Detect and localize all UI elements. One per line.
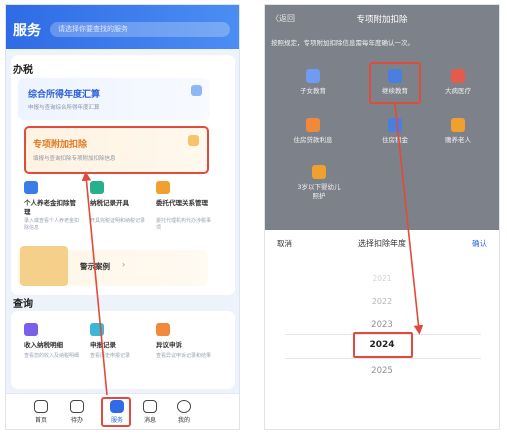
- header-bar: 服务 请选择你要查找的服务: [6, 5, 239, 49]
- user-icon: [177, 400, 191, 413]
- item-label: 子女教育: [300, 87, 326, 95]
- annual-settlement-banner[interactable]: 综合所得年度汇算 申报与查询综合所得年度汇算: [18, 78, 210, 120]
- special-deduction-title: 专项附加扣除: [33, 140, 88, 150]
- query-declaration[interactable]: 申报记录 查看历史申报记录: [88, 323, 148, 395]
- record-icon: [90, 323, 104, 336]
- tab-todo[interactable]: 待办: [62, 400, 92, 424]
- tab-label: 首页: [34, 417, 47, 424]
- message-icon: [143, 400, 157, 413]
- tab-mine[interactable]: 我的: [169, 400, 199, 424]
- item-label: 大病医疗: [445, 87, 471, 95]
- annual-settlement-subtitle: 申报与查询综合所得年度汇算: [28, 105, 100, 111]
- query-income[interactable]: 收入纳税明细 查看您的收入及纳税明细: [22, 323, 82, 395]
- special-deduction-screen: 〈返回 专项附加扣除 按照规定，专项附加扣除信息需每年度确认一次。 子女教育 继…: [264, 4, 500, 430]
- service-agent[interactable]: 委托代理关系管理 委托代理机构代办涉税事项: [154, 181, 214, 253]
- service-name: 个人养老金扣除管理: [24, 199, 76, 216]
- annual-settlement-title: 综合所得年度汇算: [28, 90, 101, 100]
- query-name: 异议申诉: [156, 341, 182, 349]
- todo-icon: [70, 400, 84, 413]
- query-appeal[interactable]: 异议申诉 查看异议申诉记录和结果: [154, 323, 214, 395]
- query-desc: 查看历史申报记录: [90, 353, 131, 359]
- year-option[interactable]: 2023: [265, 320, 499, 330]
- special-deduction-banner[interactable]: 专项附加扣除 填报与查询扣除专项附加扣除信息: [24, 126, 209, 174]
- item-elderly-support[interactable]: 赡养老人: [423, 118, 493, 145]
- warning-label: 警示案例: [80, 262, 110, 271]
- search-input[interactable]: 请选择你要查找的服务: [50, 22, 230, 37]
- children-icon: [306, 69, 320, 83]
- section-title-banshui: 办税: [13, 65, 33, 76]
- page-title: 服务: [13, 23, 41, 39]
- selection-divider: [285, 358, 481, 359]
- house-icon: [306, 118, 320, 132]
- warning-cases-banner[interactable]: 警示案例 ›: [18, 246, 208, 286]
- highlight-box-service-tab: [101, 397, 131, 427]
- item-label: 住房贷款利息: [293, 136, 333, 144]
- home-icon: [34, 400, 48, 413]
- service-tax-record[interactable]: 纳税记录开具 开具完税证明和纳税记录: [88, 181, 148, 253]
- item-serious-illness[interactable]: 大病医疗: [423, 69, 493, 96]
- document-icon: [191, 85, 202, 96]
- section-title-chaxun: 查询: [13, 299, 33, 310]
- cancel-button[interactable]: 取消: [277, 238, 292, 249]
- item-infant-care[interactable]: 3岁以下婴幼儿照护: [295, 165, 343, 201]
- item-label: 3岁以下婴幼儿照护: [297, 183, 341, 200]
- rent-icon: [388, 118, 402, 132]
- page-title: 专项附加扣除: [356, 15, 408, 25]
- service-desc: 录入或查看个人养老金扣除信息: [24, 218, 80, 231]
- coin-icon: [188, 135, 199, 146]
- year-option[interactable]: 2022: [265, 297, 499, 306]
- tab-home[interactable]: 首页: [26, 400, 56, 424]
- year-option[interactable]: 2021: [265, 274, 499, 283]
- query-name: 收入纳税明细: [24, 341, 63, 349]
- nav-bar: 〈返回 专项附加扣除: [265, 5, 499, 31]
- warning-illustration-icon: [20, 246, 68, 286]
- medical-icon: [451, 69, 465, 83]
- picker-title: 选择扣除年度: [358, 239, 406, 248]
- year-picker-sheet: 选择扣除年度 取消 确认 2021 2022 2023 2024 2025: [265, 230, 499, 429]
- confirm-button[interactable]: 确认: [472, 238, 487, 249]
- query-desc: 查看异议申诉记录和结果: [156, 353, 212, 359]
- baby-icon: [312, 165, 326, 179]
- tab-label: 消息: [143, 417, 156, 424]
- query-desc: 查看您的收入及纳税明细: [24, 353, 80, 359]
- tab-label: 待办: [70, 417, 83, 424]
- service-name: 纳税记录开具: [90, 199, 129, 207]
- tab-message[interactable]: 消息: [135, 400, 165, 424]
- service-pension[interactable]: 个人养老金扣除管理 录入或查看个人养老金扣除信息: [22, 181, 82, 253]
- handshake-icon: [156, 181, 170, 194]
- service-name: 委托代理关系管理: [156, 199, 208, 207]
- tab-label: 我的: [177, 417, 190, 424]
- highlight-box-year: [353, 332, 413, 358]
- tutorial-screenshot: 服务 请选择你要查找的服务 办税 综合所得年度汇算 申报与查询综合所得年度汇算 …: [0, 0, 507, 434]
- special-deduction-subtitle: 填报与查询扣除专项附加扣除信息: [33, 156, 116, 162]
- highlight-box-continuing-education: [369, 62, 421, 104]
- service-desc: 开具完税证明和纳税记录: [90, 218, 146, 224]
- calculator-icon: [24, 181, 38, 194]
- item-housing-loan[interactable]: 住房贷款利息: [278, 118, 348, 145]
- receipt-icon: [24, 323, 38, 336]
- item-children-education[interactable]: 子女教育: [278, 69, 348, 96]
- year-option[interactable]: 2025: [265, 366, 499, 376]
- document-icon: [90, 181, 104, 194]
- item-label: 赡养老人: [445, 136, 471, 144]
- chevron-right-icon: ›: [122, 260, 126, 269]
- appeal-icon: [156, 323, 170, 336]
- service-desc: 委托代理机构代办涉税事项: [156, 218, 212, 231]
- elder-icon: [451, 118, 465, 132]
- item-housing-rent[interactable]: 住房租金: [360, 118, 430, 145]
- service-screen: 服务 请选择你要查找的服务 办税 综合所得年度汇算 申报与查询综合所得年度汇算 …: [5, 4, 240, 430]
- query-name: 申报记录: [90, 341, 116, 349]
- notice-text: 按照规定，专项附加扣除信息需每年度确认一次。: [271, 39, 414, 47]
- item-label: 住房租金: [382, 136, 408, 144]
